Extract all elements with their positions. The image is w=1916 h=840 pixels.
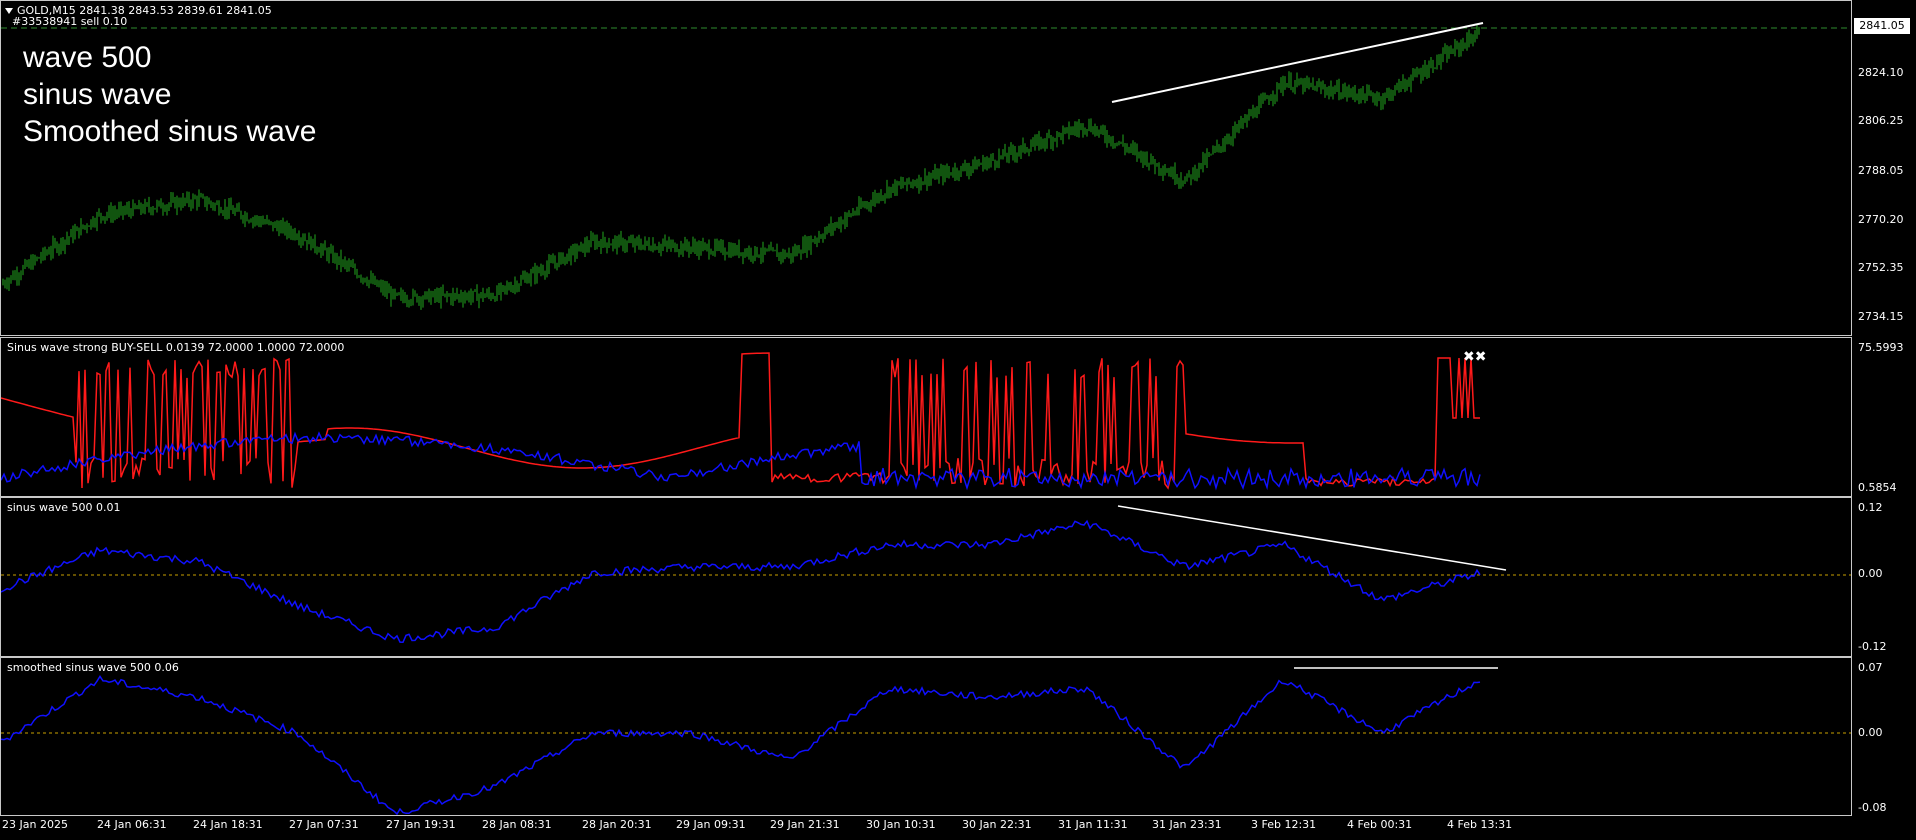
overlay-text-3: Smoothed sinus wave	[23, 115, 317, 148]
chart-menu-icon[interactable]	[5, 8, 13, 14]
time-label: 29 Jan 09:31	[676, 818, 746, 831]
sell-strength-line	[1, 352, 1480, 490]
indicator1-top-value: 75.5993	[1858, 341, 1904, 354]
price-chart-pane[interactable]: GOLD,M15 2841.38 2843.53 2839.61 2841.05…	[0, 0, 1852, 336]
time-label: 27 Jan 19:31	[386, 818, 456, 831]
smoothed-sinus-line	[1, 675, 1481, 815]
price-bars	[2, 24, 1480, 310]
indicator2-level: -0.12	[1858, 640, 1887, 653]
price-label: 2788.05	[1858, 164, 1904, 177]
price-label: 2806.25	[1858, 114, 1904, 127]
time-label: 31 Jan 23:31	[1152, 818, 1222, 831]
time-label: 3 Feb 12:31	[1251, 818, 1317, 831]
indicator-pane-buy-sell[interactable]: ✖✖ Sinus wave strong BUY-SELL 0.0139 72.…	[0, 337, 1852, 497]
time-label: 29 Jan 21:31	[770, 818, 840, 831]
indicator1-svg: ✖✖	[1, 349, 1486, 491]
time-label: 24 Jan 06:31	[97, 818, 167, 831]
indicator-pane-smoothed-sinus[interactable]: smoothed sinus wave 500 0.06	[0, 657, 1852, 816]
time-label: 4 Feb 13:31	[1447, 818, 1513, 831]
time-label: 30 Jan 10:31	[866, 818, 936, 831]
signal-arrows-icon: ✖✖	[1463, 349, 1486, 365]
svg-text:✖✖: ✖✖	[1463, 349, 1486, 365]
time-label: 28 Jan 08:31	[482, 818, 552, 831]
indicator3-level: 0.07	[1858, 661, 1883, 674]
price-chart-svg	[1, 22, 1851, 310]
indicator3-level: -0.08	[1858, 801, 1887, 814]
price-label: 2770.20	[1858, 213, 1904, 226]
indicator3-level: 0.00	[1858, 726, 1883, 739]
order-label: #33538941 sell 0.10	[12, 15, 128, 28]
time-label: 28 Jan 20:31	[582, 818, 652, 831]
overlay-text-1: wave 500	[23, 41, 152, 74]
price-label: 2824.10	[1858, 66, 1904, 79]
price-label: 2734.15	[1858, 310, 1904, 323]
price-trendline[interactable]	[1111, 22, 1484, 103]
indicator1-bottom-value: 0.5854	[1858, 481, 1897, 494]
sinus-wave-line	[1, 519, 1481, 643]
indicator-pane-sinus-wave[interactable]: sinus wave 500 0.01	[0, 497, 1852, 657]
time-label: 31 Jan 11:31	[1058, 818, 1128, 831]
current-price-tag: 2841.05	[1854, 18, 1910, 34]
indicator2-level: 0.00	[1858, 567, 1883, 580]
indicator1-label: Sinus wave strong BUY-SELL 0.0139 72.000…	[7, 341, 345, 354]
time-label: 27 Jan 07:31	[289, 818, 359, 831]
time-label: 24 Jan 18:31	[193, 818, 263, 831]
time-label: 4 Feb 00:31	[1347, 818, 1413, 831]
time-label: 23 Jan 2025	[2, 818, 68, 831]
indicator2-svg	[1, 505, 1851, 643]
indicator2-label: sinus wave 500 0.01	[7, 501, 121, 514]
price-label: 2752.35	[1858, 261, 1904, 274]
time-label: 30 Jan 22:31	[962, 818, 1032, 831]
indicator2-level: 0.12	[1858, 501, 1883, 514]
overlay-text-2: sinus wave	[23, 78, 172, 111]
indicator3-svg	[1, 667, 1851, 815]
indicator3-label: smoothed sinus wave 500 0.06	[7, 661, 179, 674]
